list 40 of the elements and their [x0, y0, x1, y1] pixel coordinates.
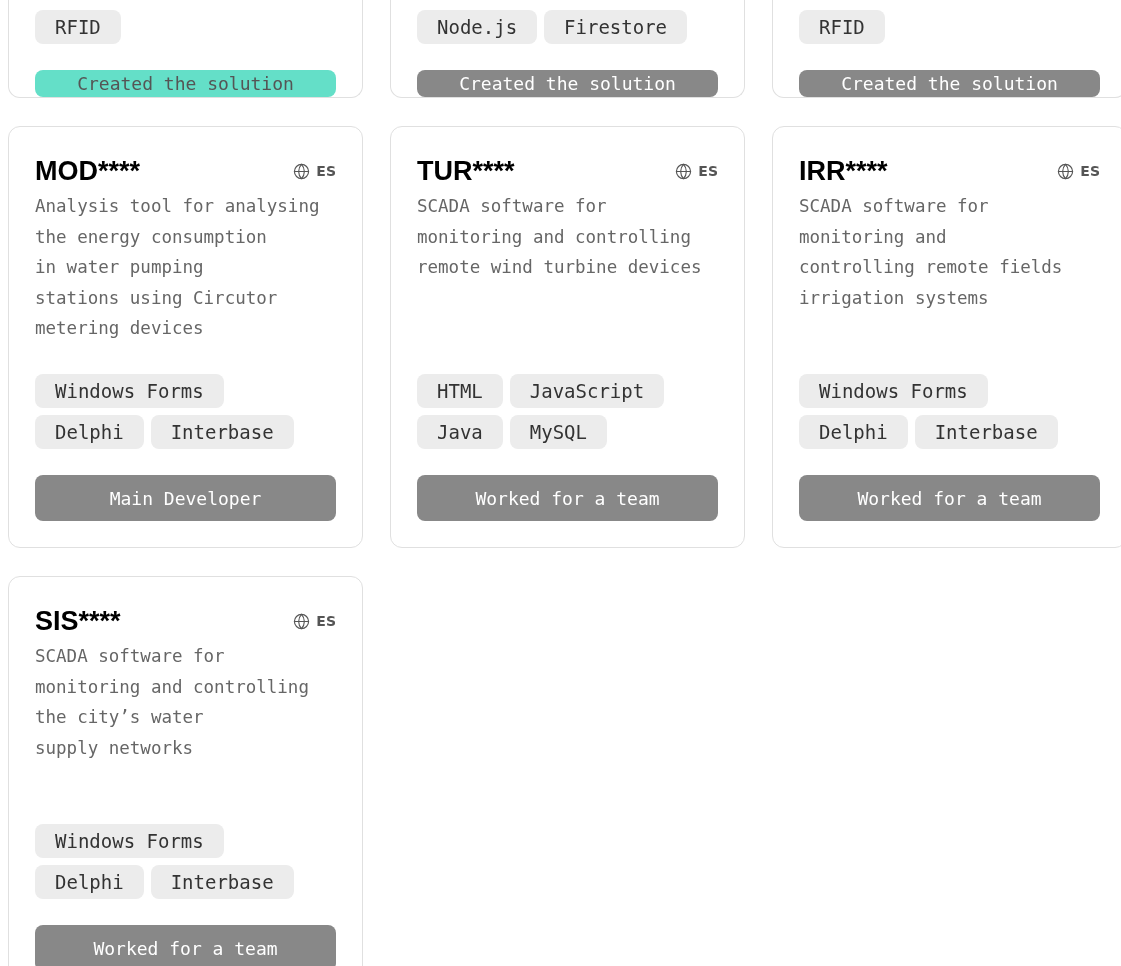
role-button[interactable]: Worked for a team	[417, 475, 718, 521]
tech-tag: Node.js	[417, 10, 538, 44]
project-description: SCADA software for monitoring and controlling remote fields irrigation systems	[799, 195, 1064, 310]
globe-icon	[1057, 162, 1075, 180]
project-description: SCADA software for monitoring and controlling the city’s water supply networks	[35, 645, 310, 760]
tech-tag: Interbase	[150, 865, 294, 899]
globe-icon	[293, 162, 311, 180]
tech-tag: Delphi	[35, 865, 144, 899]
project-title: TUR****	[417, 155, 515, 187]
tech-tag: Interbase	[914, 415, 1058, 449]
role-button[interactable]: Worked for a team	[35, 925, 336, 966]
role-button[interactable]: Worked for a team	[799, 475, 1100, 521]
role-button[interactable]: Created the solution	[35, 70, 336, 97]
project-title: SIS****	[35, 605, 121, 637]
tech-tag: Interbase	[150, 415, 294, 449]
tech-tag: Windows Forms	[35, 374, 224, 408]
project-title: MOD****	[35, 155, 141, 187]
language-label: ES	[698, 163, 718, 179]
globe-icon	[675, 162, 693, 180]
tech-tag: Delphi	[35, 415, 144, 449]
role-button[interactable]: Main Developer	[35, 475, 336, 521]
tech-tag: Windows Forms	[799, 374, 988, 408]
role-button[interactable]: Created the solution	[799, 70, 1100, 97]
project-title: IRR****	[799, 155, 888, 187]
tech-tag: MySQL	[509, 415, 607, 449]
globe-icon	[293, 612, 311, 630]
tech-tag: Firestore	[544, 10, 688, 44]
tech-tag: JavaScript	[509, 374, 665, 408]
tech-tag: RFID	[35, 10, 121, 44]
tech-tag: Windows Forms	[35, 824, 224, 858]
tech-tag: Java	[417, 415, 503, 449]
tech-tag: RFID	[799, 10, 885, 44]
language-label: ES	[1080, 163, 1100, 179]
project-description: SCADA software for monitoring and controlling remote wind turbine devices	[417, 195, 703, 279]
language-label: ES	[316, 163, 336, 179]
language-label: ES	[316, 613, 336, 629]
tech-tag: Delphi	[799, 415, 908, 449]
project-description: Analysis tool for analysing the energy consumption in water pumping stations using Circutor metering devices	[35, 195, 321, 340]
role-button[interactable]: Created the solution	[417, 70, 718, 97]
tech-tag: HTML	[417, 374, 503, 408]
